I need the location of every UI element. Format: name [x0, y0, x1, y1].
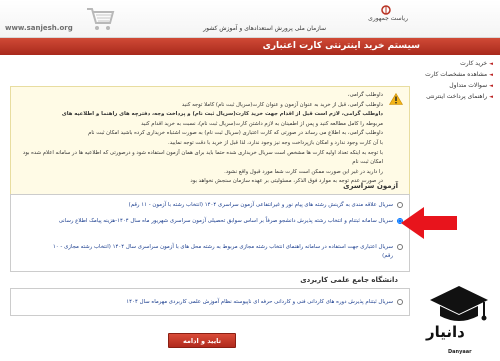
notice-line: داوطلب گرامی، قبل از خرید به عنوان آزمون…: [181, 101, 383, 108]
sidebar-item-label: مشاهده مشخصات کارت: [425, 71, 488, 78]
notice-line: را دارید در غیر این صورت ممکن است کارت ش…: [224, 168, 383, 175]
shopping-cart-icon: [87, 8, 115, 30]
option-serial-applied[interactable]: سریال ثبتنام پذیرش دوره های کاردانی فنی …: [43, 298, 403, 307]
notice-text: داوطلب گرامی، داوطلب گرامی، قبل از خرید …: [15, 91, 383, 187]
notice-line: مربوطه را کامل مطالعه کنید و پس از اطمین…: [141, 120, 383, 127]
site-header: www.sanjesh.org ریاست جمهوری سازمان ملی …: [0, 0, 500, 38]
option-label: سریال سامانه ثبتنام و انتخاب رشته پذیرش …: [58, 218, 393, 224]
notice-line: داوطلب گرامی، به اطلاع می رساند در صورتی…: [88, 130, 383, 137]
notice-line: در صورت عدم توجه به موارد فوق الذکر، مسئ…: [190, 178, 383, 185]
sidebar-item-label: سوالات متداول: [449, 82, 488, 89]
section-title-applied-university: دانشگاه جامع علمی کاربردی: [300, 276, 398, 284]
notice-line: با توجه به اینکه تعداد اولیه کارت ها مشخ…: [22, 149, 383, 166]
section-title-national-exam: آزمون سراسری: [343, 182, 398, 190]
header-line-2: سازمان ملی پرورش استعدادهای و آموزش کشور: [203, 25, 326, 32]
bullet-icon: ◄: [489, 61, 493, 67]
confirm-continue-button[interactable]: تایید و ادامه: [168, 333, 236, 348]
bullet-icon: ◄: [489, 83, 493, 89]
bullet-icon: ◄: [489, 94, 493, 100]
notice-line: داوطلب گرامی، لازم است قبل از اقدام جهت …: [61, 111, 383, 118]
warning-icon: [389, 93, 403, 105]
system-title: سیستم خرید اینترنتی کارت اعتباری: [262, 41, 420, 51]
site-url: www.sanjesh.org: [5, 24, 73, 32]
bullet-icon: ◄: [489, 72, 493, 78]
option-label: سریال علاقه مندی به گزینش رشته های پیام …: [128, 202, 393, 208]
sidebar-item-payment-guide[interactable]: ◄راهنمای پرداخت اینترنتی: [426, 93, 493, 100]
radio-serial-virtual[interactable]: [397, 244, 403, 250]
option-serial-records[interactable]: سریال سامانه ثبتنام و انتخاب رشته پذیرش …: [43, 217, 403, 226]
sidebar-item-buy-card[interactable]: ◄خرید کارت: [460, 60, 493, 67]
title-bar: سیستم خرید اینترنتی کارت اعتباری: [0, 38, 500, 55]
national-exam-options: سریال علاقه مندی به گزینش رشته های پیام …: [10, 194, 410, 272]
applied-university-options: سریال ثبتنام پذیرش دوره های کاردانی فنی …: [10, 288, 410, 316]
notice-line: با آن کارت وجود ندارد و امکان بازپرداخت …: [168, 139, 383, 146]
sidebar-item-label: خرید کارت: [460, 60, 488, 67]
arrow-left-icon: [401, 207, 457, 239]
sidebar-item-view-card[interactable]: ◄مشاهده مشخصات کارت: [425, 71, 493, 78]
radio-serial-applied[interactable]: [397, 299, 403, 305]
watermark-sub: Danyaar: [448, 349, 472, 355]
main-content: داوطلب گرامی، داوطلب گرامی، قبل از خرید …: [4, 58, 414, 361]
sidebar: ◄خرید کارت ◄مشاهده مشخصات کارت ◄سوالات م…: [417, 60, 497, 160]
option-label: سریال اعتباری جهت استفاده در سامانه راهن…: [52, 244, 393, 259]
option-serial-interest[interactable]: سریال علاقه مندی به گزینش رشته های پیام …: [43, 201, 403, 210]
notice-line: داوطلب گرامی،: [347, 92, 383, 98]
graduation-cap-logo-icon: [430, 286, 488, 321]
option-serial-virtual[interactable]: سریال اعتباری جهت استفاده در سامانه راهن…: [43, 243, 403, 260]
header-line-1: ریاست جمهوری: [368, 15, 408, 22]
sidebar-item-faq[interactable]: ◄سوالات متداول: [449, 82, 493, 89]
option-label: سریال ثبتنام پذیرش دوره های کاردانی فنی …: [126, 299, 393, 305]
sidebar-item-label: راهنمای پرداخت اینترنتی: [426, 93, 488, 100]
watermark-brand: دانیار: [426, 323, 465, 341]
